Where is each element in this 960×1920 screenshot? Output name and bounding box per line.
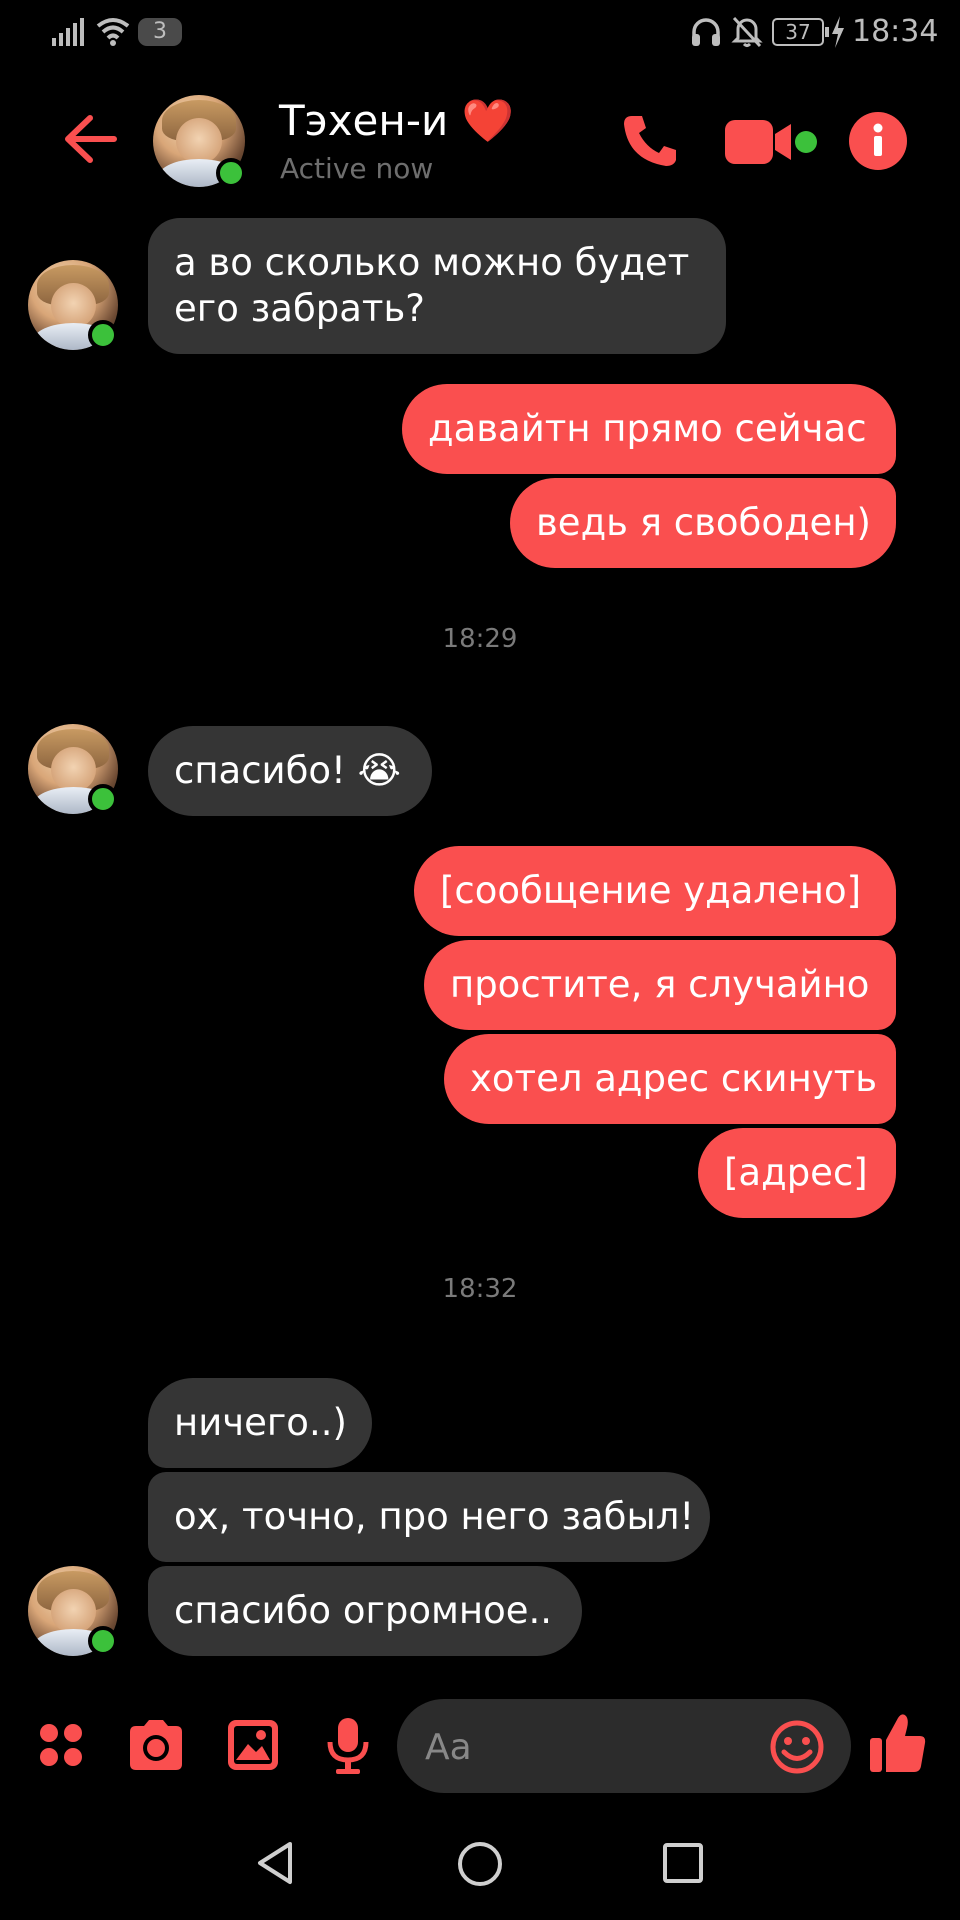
online-indicator bbox=[216, 158, 246, 188]
message-bubble-outgoing[interactable]: хотел адрес скинуть bbox=[444, 1034, 896, 1124]
status-bar: 3 37 18:34 bbox=[0, 0, 960, 64]
contact-name[interactable]: Тэхен-и ❤️ bbox=[279, 96, 514, 146]
message-bubble-outgoing[interactable]: [адрес] bbox=[698, 1128, 896, 1218]
charging-icon bbox=[832, 16, 844, 48]
message-bubble-outgoing[interactable]: простите, я случайно bbox=[424, 940, 896, 1030]
message-bubble-incoming[interactable]: ничего..) bbox=[148, 1378, 372, 1468]
apps-grid-icon[interactable] bbox=[38, 1722, 84, 1768]
timestamp: 18:32 bbox=[442, 1274, 518, 1304]
signal-icon bbox=[52, 18, 84, 46]
nav-home-icon[interactable] bbox=[456, 1840, 504, 1888]
nav-back-icon[interactable] bbox=[254, 1840, 296, 1886]
headphones-icon bbox=[692, 18, 720, 46]
online-indicator bbox=[88, 320, 118, 350]
contact-status: Active now bbox=[280, 152, 434, 185]
message-bubble-incoming[interactable]: а во сколько можно будет его забрать? bbox=[148, 218, 726, 354]
online-indicator bbox=[88, 784, 118, 814]
message-bubble-outgoing[interactable]: ведь я свободен) bbox=[510, 478, 896, 568]
wifi-icon bbox=[96, 18, 130, 46]
sim-badge: 3 bbox=[138, 18, 182, 46]
battery-tip bbox=[825, 27, 829, 37]
nav-recents-icon[interactable] bbox=[662, 1842, 704, 1884]
message-bubble-outgoing[interactable]: давайтн прямо сейчас bbox=[402, 384, 896, 474]
phone-icon[interactable] bbox=[620, 112, 680, 168]
message-bubble-outgoing[interactable]: [сообщение удалено] bbox=[414, 846, 896, 936]
message-bubble-incoming[interactable]: ох, точно, про него забыл! bbox=[148, 1472, 710, 1562]
message-input-container bbox=[397, 1699, 851, 1793]
microphone-icon[interactable] bbox=[326, 1716, 370, 1776]
battery-indicator: 37 bbox=[772, 18, 824, 46]
thumbs-up-icon[interactable] bbox=[868, 1712, 928, 1776]
clock: 18:34 bbox=[852, 14, 939, 49]
online-indicator bbox=[88, 1626, 118, 1656]
message-bubble-incoming[interactable]: спасибо! 😭 bbox=[148, 726, 432, 816]
mute-bell-icon bbox=[731, 16, 763, 48]
gallery-icon[interactable] bbox=[226, 1718, 280, 1772]
video-camera-icon[interactable] bbox=[725, 118, 819, 166]
info-icon[interactable] bbox=[849, 112, 907, 170]
message-input[interactable] bbox=[423, 1721, 747, 1773]
timestamp: 18:29 bbox=[442, 624, 518, 654]
message-bubble-incoming[interactable]: спасибо огромное.. bbox=[148, 1566, 582, 1656]
back-arrow-icon[interactable] bbox=[62, 112, 118, 166]
heart-emoji: ❤️ bbox=[461, 96, 514, 145]
camera-icon[interactable] bbox=[126, 1718, 186, 1772]
emoji-icon[interactable] bbox=[769, 1719, 825, 1775]
